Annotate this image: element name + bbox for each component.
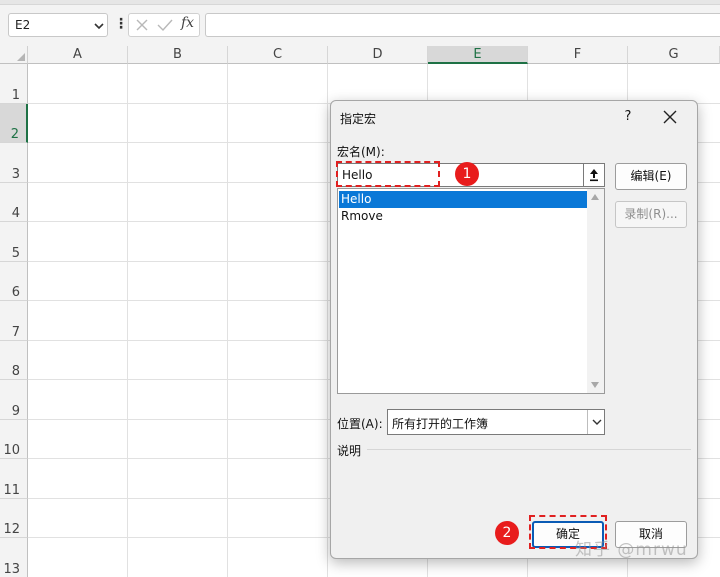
- grid-column-line: [127, 64, 128, 577]
- location-select[interactable]: 所有打开的工作簿: [387, 409, 605, 435]
- chevron-down-icon: [592, 419, 602, 425]
- more-options-icon[interactable]: ⋮: [114, 14, 128, 34]
- help-button[interactable]: ?: [619, 107, 637, 127]
- row-number: 8: [11, 364, 20, 379]
- row-header-5[interactable]: 5: [0, 222, 28, 262]
- formula-buttons: fx: [128, 13, 200, 37]
- step-badge-1: 1: [455, 162, 479, 186]
- row-header-8[interactable]: 8: [0, 340, 28, 380]
- row-number: 2: [10, 127, 19, 142]
- row-header-4[interactable]: 4: [0, 182, 28, 222]
- watermark: 知乎 @mrwu: [575, 540, 688, 560]
- row-number: 3: [11, 166, 20, 182]
- macro-list-item-rmove[interactable]: Rmove: [339, 208, 587, 225]
- row-header-7[interactable]: 7: [0, 301, 28, 341]
- row-header-2[interactable]: 2: [0, 103, 28, 143]
- list-scrollbar[interactable]: [587, 189, 604, 393]
- row-header-11[interactable]: 11: [0, 459, 28, 499]
- row-header-9[interactable]: 9: [0, 380, 28, 420]
- macro-name-label: 宏名(M):: [337, 145, 385, 159]
- dialog-title: 指定宏: [340, 112, 377, 126]
- insert-function-icon[interactable]: fx: [181, 15, 194, 31]
- collapse-dialog-button[interactable]: [583, 163, 605, 187]
- formula-input[interactable]: [205, 13, 720, 37]
- scroll-up-icon[interactable]: [591, 194, 599, 200]
- location-value: 所有打开的工作簿: [392, 417, 489, 431]
- row-number: 1: [11, 87, 20, 103]
- column-header-a[interactable]: A: [28, 46, 128, 64]
- row-header-10[interactable]: 10: [0, 419, 28, 459]
- row-number: 4: [11, 206, 20, 221]
- check-icon[interactable]: [157, 18, 173, 32]
- highlight-macro-name: [336, 161, 440, 187]
- description-divider: [367, 449, 691, 450]
- chevron-down-icon[interactable]: [93, 21, 105, 31]
- row-number: 9: [11, 403, 20, 419]
- column-header-f[interactable]: F: [528, 46, 628, 64]
- close-icon[interactable]: [662, 109, 678, 125]
- row-number: 5: [11, 245, 20, 261]
- step-badge-2: 2: [495, 521, 519, 545]
- grid-column-line: [227, 64, 228, 577]
- description-label: 说明: [337, 444, 362, 458]
- scroll-down-icon[interactable]: [591, 382, 599, 388]
- cancel-icon[interactable]: [135, 18, 149, 32]
- row-header-6[interactable]: 6: [0, 261, 28, 301]
- row-number: 13: [3, 561, 20, 577]
- row-header-3[interactable]: 3: [0, 143, 28, 183]
- column-header-b[interactable]: B: [128, 46, 228, 64]
- name-box-value: E2: [15, 18, 31, 32]
- column-header-d[interactable]: D: [328, 46, 428, 64]
- row-header-1[interactable]: 1: [0, 64, 28, 104]
- record-button[interactable]: 录制(R)...: [615, 201, 687, 228]
- name-box[interactable]: E2: [8, 13, 108, 37]
- column-header-c[interactable]: C: [228, 46, 328, 64]
- formula-bar: E2 ⋮ fx: [0, 0, 720, 46]
- row-number: 7: [11, 324, 20, 340]
- ribbon-edge: [0, 0, 720, 5]
- column-header-g[interactable]: G: [628, 46, 720, 64]
- row-number: 10: [3, 443, 20, 458]
- row-header-13[interactable]: 13: [0, 538, 28, 577]
- column-header-e[interactable]: E: [428, 46, 528, 64]
- location-dropdown[interactable]: [587, 410, 605, 434]
- row-number: 11: [3, 482, 20, 498]
- location-label: 位置(A):: [337, 417, 383, 431]
- edit-button[interactable]: 编辑(E): [615, 163, 687, 190]
- grid-column-line: [327, 64, 328, 577]
- macro-list-item-hello[interactable]: Hello: [339, 191, 587, 208]
- arrow-up-icon: [590, 169, 598, 182]
- select-all-icon: [17, 53, 25, 61]
- row-number: 12: [3, 522, 20, 537]
- row-header-12[interactable]: 12: [0, 498, 28, 538]
- macro-list[interactable]: Hello Rmove: [337, 188, 605, 394]
- select-all-corner[interactable]: [0, 46, 28, 64]
- row-number: 6: [11, 285, 20, 300]
